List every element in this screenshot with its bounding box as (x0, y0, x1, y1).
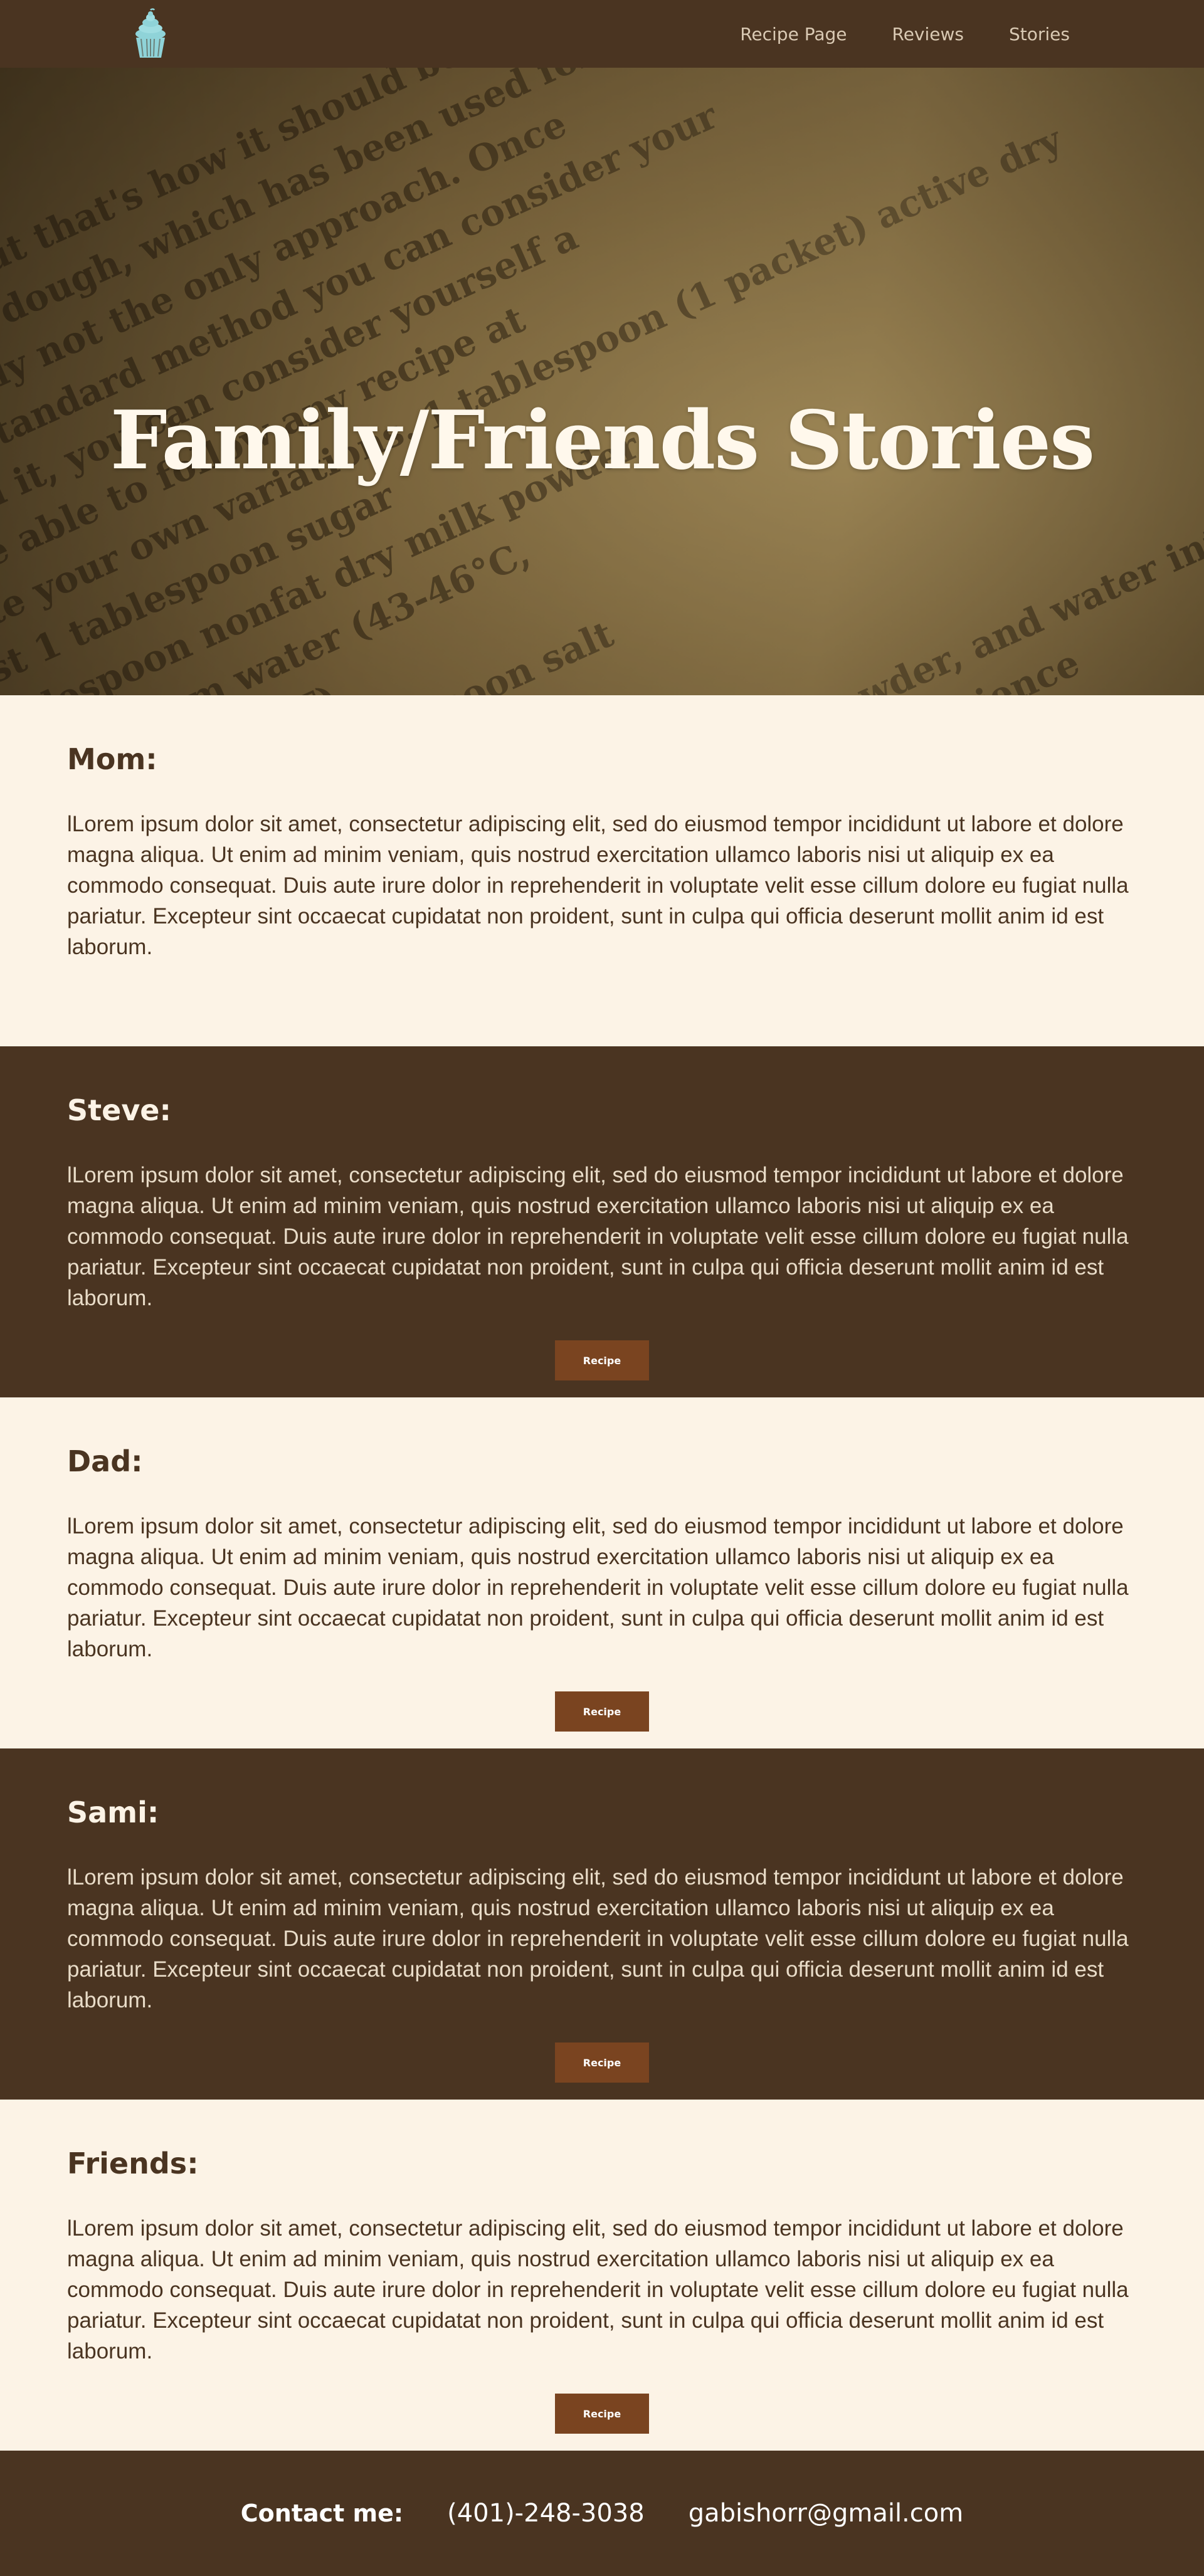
footer-contact: Contact me: (401)-248-3038 gabishorr@gma… (0, 2451, 1204, 2576)
story-text: lLorem ipsum dolor sit amet, consectetur… (67, 1865, 1129, 2012)
contact-email[interactable]: gabishorr@gmail.com (689, 2499, 964, 2528)
story-sami: Sami: lLorem ipsum dolor sit amet, conse… (0, 1748, 1204, 2100)
contact-phone[interactable]: (401)-248-3038 (447, 2499, 645, 2528)
recipe-button[interactable]: Recipe (555, 1340, 649, 1380)
top-nav: Recipe Page Reviews Stories (0, 0, 1204, 68)
story-dad: Dad: lLorem ipsum dolor sit amet, consec… (0, 1397, 1204, 1748)
nav-link-stories[interactable]: Stories (1009, 24, 1070, 45)
hero-overlay (0, 68, 1204, 695)
story-friends: Friends: lLorem ipsum dolor sit amet, co… (0, 2100, 1204, 2451)
contact-label: Contact me: (240, 2500, 404, 2527)
story-steve: Steve: lLorem ipsum dolor sit amet, cons… (0, 1046, 1204, 1397)
story-text: lLorem ipsum dolor sit amet, consectetur… (67, 2216, 1129, 2363)
story-name: Mom: (67, 742, 157, 776)
nav-links: Recipe Page Reviews Stories (740, 0, 1070, 68)
page-title: Family/Friends Stories (110, 394, 1095, 488)
recipe-button[interactable]: Recipe (555, 2042, 649, 2083)
story-mom: Mom: lLorem ipsum dolor sit amet, consec… (0, 695, 1204, 1046)
story-name: Dad: (67, 1444, 143, 1478)
story-text: lLorem ipsum dolor sit amet, consectetur… (67, 812, 1129, 959)
story-text: lLorem ipsum dolor sit amet, consectetur… (67, 1514, 1129, 1661)
story-name: Steve: (67, 1093, 171, 1127)
cupcake-icon[interactable] (130, 8, 171, 60)
recipe-button[interactable]: Recipe (555, 2394, 649, 2434)
recipe-button[interactable]: Recipe (555, 1691, 649, 1732)
nav-link-recipe-page[interactable]: Recipe Page (740, 24, 847, 45)
hero-banner: he sticky, but that's how it should be. … (0, 68, 1204, 695)
story-name: Sami: (67, 1795, 159, 1829)
nav-link-reviews[interactable]: Reviews (892, 24, 964, 45)
story-text: lLorem ipsum dolor sit amet, consectetur… (67, 1163, 1129, 1310)
story-name: Friends: (67, 2147, 199, 2180)
